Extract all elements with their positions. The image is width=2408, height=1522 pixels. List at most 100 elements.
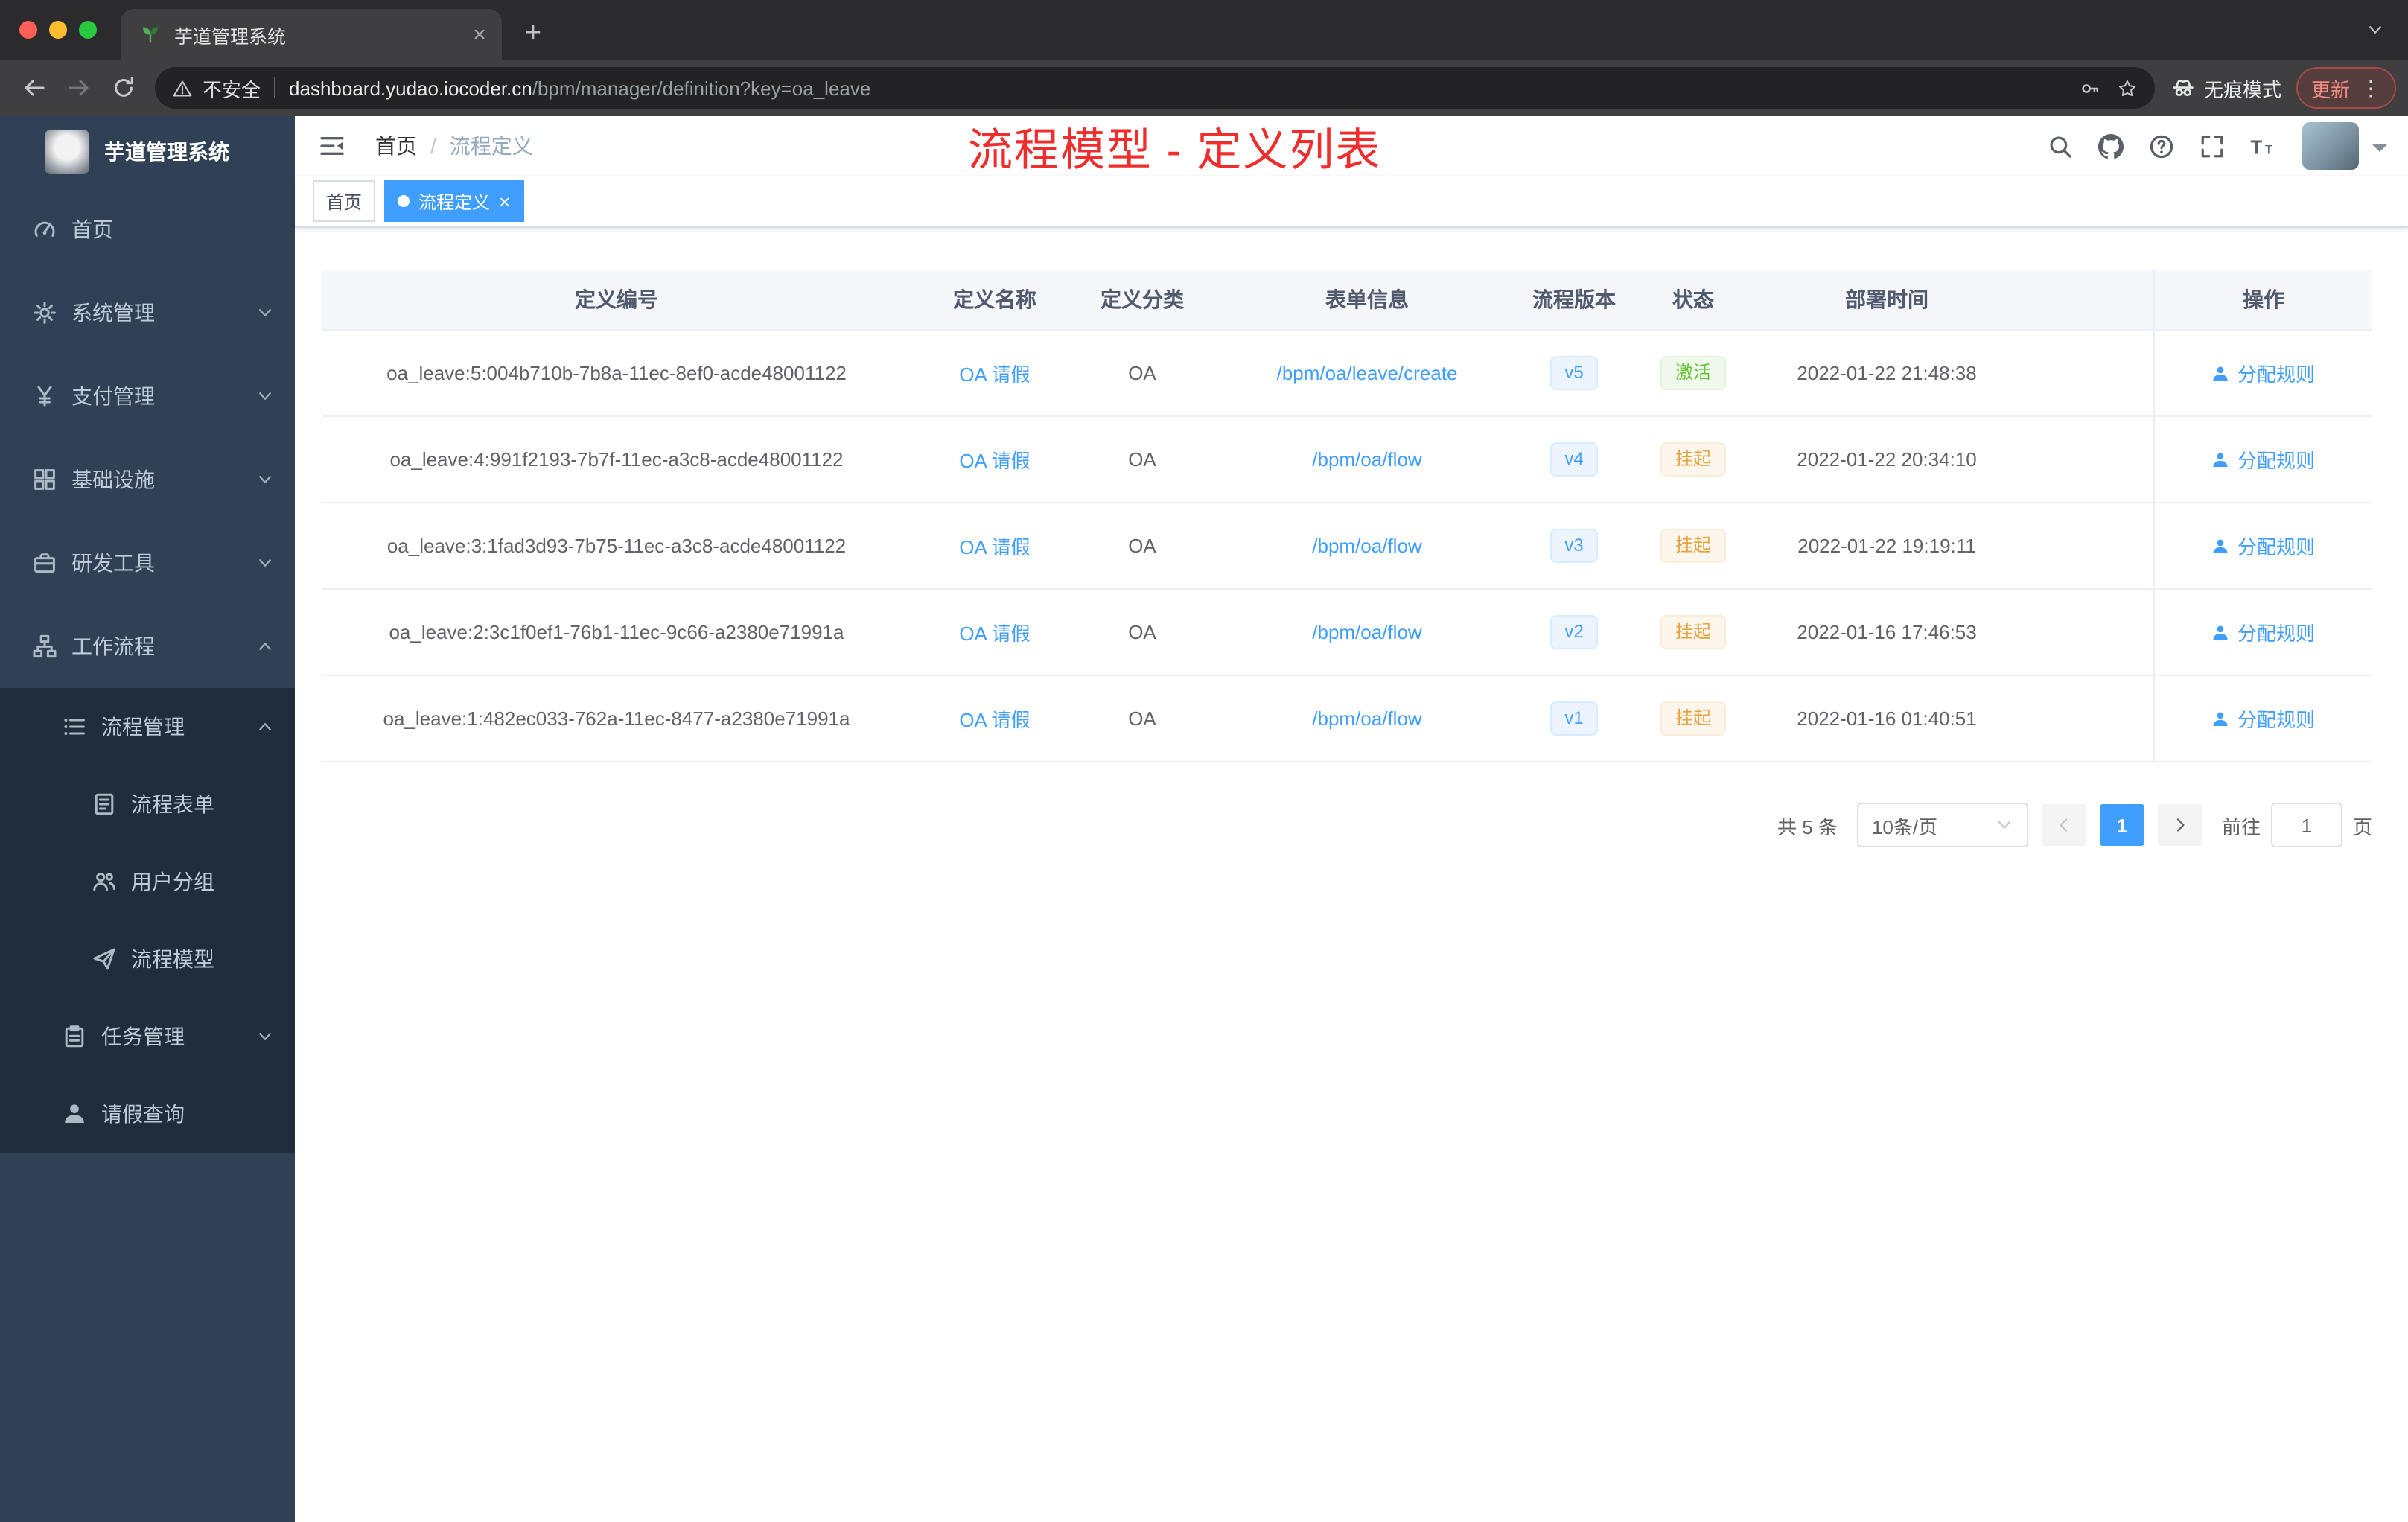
sidebar-item[interactable]: 流程表单 [0,765,295,843]
task-icon [63,1025,86,1048]
user-avatar[interactable] [2302,122,2359,170]
definition-name-link[interactable]: OA 请假 [959,618,1030,646]
sidebar: 芋道管理系统 首页 系统管理 支付管理 基础设施 研发工具 工作流程 流程管理 … [0,116,295,1522]
sidebar-item[interactable]: 用户分组 [0,843,295,920]
pagination: 共 5 条 10条/页 1 前往 页 [322,803,2372,847]
github-icon[interactable] [2088,124,2133,168]
tag-label: 首页 [326,191,363,212]
breadcrumb-home[interactable]: 首页 [375,131,417,161]
sidebar-item[interactable]: 研发工具 [0,521,295,605]
close-window-button[interactable] [19,21,37,39]
logo-title: 芋道管理系统 [104,140,229,164]
column-header: 表单信息 [1325,287,1409,311]
gear-icon [33,301,57,325]
omnibox-actions [2080,78,2136,98]
sidebar-item[interactable]: 基础设施 [0,438,295,521]
form-info-link[interactable]: /bpm/oa/flow [1312,535,1421,557]
assign-rule-link[interactable]: 分配规则 [2212,532,2315,560]
sidebar-item[interactable]: 系统管理 [0,271,295,354]
column-header: 部署时间 [1845,287,1928,311]
search-icon[interactable] [2037,124,2082,168]
window-controls [0,0,121,60]
assign-rule-label: 分配规则 [2237,623,2315,645]
next-page-button[interactable] [2157,804,2202,846]
sidebar-item[interactable]: 流程管理 [0,688,295,765]
sidebar-item[interactable]: 首页 [0,188,295,271]
fullscreen-icon[interactable] [2189,124,2234,168]
column-header: 定义名称 [953,287,1036,311]
table-header-row: 定义编号 定义名称 定义分类 表单信息 流程版本 状态 部署时间 操作 [322,270,2372,331]
form-info-link[interactable]: /bpm/oa/leave/create [1277,362,1458,384]
user-icon [2212,710,2230,727]
minimize-window-button[interactable] [49,21,67,39]
assign-rule-label: 分配规则 [2237,363,2315,386]
browser-menu-icon[interactable]: ⋮ [2360,75,2381,101]
sidebar-logo[interactable]: 芋道管理系统 [0,116,295,188]
version-badge: v2 [1549,615,1599,649]
bookmark-star-icon[interactable] [2117,78,2136,98]
sidebar-item[interactable]: 支付管理 [0,354,295,438]
hamburger-icon[interactable] [316,130,348,162]
help-icon[interactable] [2138,124,2183,168]
form-info-link[interactable]: /bpm/oa/flow [1312,448,1421,471]
form-info-link[interactable]: /bpm/oa/flow [1312,621,1421,643]
assign-rule-link[interactable]: 分配规则 [2212,359,2315,387]
reload-button[interactable] [101,66,146,110]
assign-rule-link[interactable]: 分配规则 [2212,445,2315,474]
avatar-caret-down-icon[interactable] [2372,144,2387,159]
browser-tab[interactable]: 芋道管理系统 × [121,9,502,60]
status-badge: 挂起 [1660,442,1726,477]
sidebar-item[interactable]: 任务管理 [0,998,295,1075]
breadcrumb-current: 流程定义 [449,134,533,158]
dashboard-icon [33,217,57,241]
tags-view-tag[interactable]: 流程定义 × [384,180,524,222]
incognito-badge: 无痕模式 [2172,74,2281,102]
breadcrumb: 首页 / 流程定义 [375,131,533,161]
main-panel: 首页 / 流程定义 流程模型 - 定义列表 TT 首页 流程定义 × 定义编号 … [295,116,2408,1522]
sidebar-item[interactable]: 流程模型 [0,920,295,998]
form-info-link[interactable]: /bpm/oa/flow [1312,707,1421,730]
table-row: oa_leave:4:991f2193-7b7f-11ec-a3c8-acde4… [322,417,2372,503]
assign-rule-link[interactable]: 分配规则 [2212,704,2315,733]
tab-search-chevron-icon[interactable] [2366,0,2384,60]
font-size-icon[interactable]: TT [2240,124,2284,168]
close-tab-icon[interactable]: × [466,21,493,48]
pagination-goto: 前往 页 [2222,803,2372,847]
pagination-total: 共 5 条 [1777,815,1838,838]
version-badge: v5 [1549,356,1599,390]
page-size-select[interactable]: 10条/页 [1856,803,2028,847]
forward-button[interactable] [57,66,101,110]
tags-view-tag[interactable]: 首页 [313,180,376,222]
definition-name-link[interactable]: OA 请假 [959,532,1030,560]
definition-id: oa_leave:5:004b710b-7b8a-11ec-8ef0-acde4… [386,362,847,384]
url-host: dashboard.yudao.iocoder.cn [289,77,532,99]
goto-label: 前往 [2221,815,2261,838]
goto-page-input[interactable] [2270,803,2342,847]
zoom-window-button[interactable] [79,21,97,39]
definition-name-link[interactable]: OA 请假 [959,704,1030,733]
svg-text:T: T [2264,142,2272,156]
address-bar[interactable]: 不安全 dashboard.yudao.iocoder.cn/bpm/manag… [155,67,2155,109]
new-tab-button[interactable]: + [511,12,555,57]
sidebar-item-label: 基础设施 [71,468,155,491]
close-tag-icon[interactable]: × [499,191,510,211]
password-key-icon[interactable] [2080,78,2099,98]
page-number-button[interactable]: 1 [2099,804,2144,846]
sidebar-item[interactable]: 工作流程 [0,605,295,688]
browser-update-button[interactable]: 更新 ⋮ [2296,67,2396,109]
prev-page-button[interactable] [2041,804,2086,846]
table-row: oa_leave:5:004b710b-7b8a-11ec-8ef0-acde4… [322,331,2372,417]
definition-name-link[interactable]: OA 请假 [959,359,1030,387]
briefcase-icon [33,551,57,575]
sidebar-item[interactable]: 请假查询 [0,1075,295,1153]
chevron-up-icon [256,718,274,736]
definition-name-link[interactable]: OA 请假 [959,445,1030,474]
logo-avatar [45,130,89,174]
back-button[interactable] [12,66,57,110]
url-path: /bpm/manager/definition?key=oa_leave [532,77,871,99]
assign-rule-link[interactable]: 分配规则 [2212,618,2315,646]
security-label[interactable]: 不安全 [203,74,261,102]
